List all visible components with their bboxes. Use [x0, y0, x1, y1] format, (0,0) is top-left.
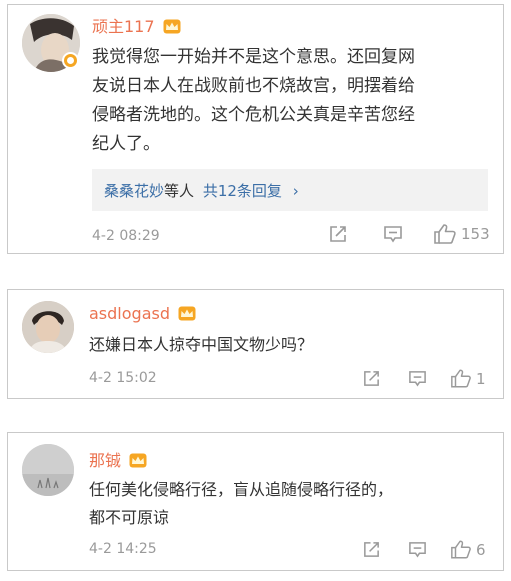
- like-icon: [434, 224, 456, 244]
- reply-suffix: 等人: [164, 182, 195, 200]
- comment-text-line: 还嫌日本人掠夺中国文物少吗？: [89, 335, 314, 354]
- comment-text-line: 我觉得您一开始并不是这个意思。还回复网: [92, 47, 415, 67]
- crown-badge-icon: [178, 306, 196, 321]
- like-count: 6: [476, 540, 486, 559]
- comment-text-line: 纪人了。: [92, 134, 160, 154]
- share-button[interactable]: [362, 369, 381, 388]
- share-icon: [364, 542, 379, 557]
- comment-card: 顽主117 我觉得您一开始并不是这个意思。还回复网 友说日本人在战败前也不烧故宫…: [7, 4, 504, 254]
- reply-names[interactable]: 桑桑花妙: [104, 182, 164, 200]
- comment-button[interactable]: [408, 540, 427, 559]
- comment-button[interactable]: [408, 369, 427, 388]
- like-count: 1: [476, 369, 486, 388]
- timestamp: 4-2 08:29: [92, 228, 160, 244]
- avatar[interactable]: [22, 444, 74, 496]
- timestamp: 4-2 15:02: [89, 370, 157, 386]
- username[interactable]: 顽主117: [92, 13, 181, 37]
- share-button[interactable]: [362, 540, 381, 559]
- comment-icon: [384, 226, 402, 243]
- share-icon: [330, 226, 346, 242]
- comment-icon: [409, 542, 426, 558]
- comment-button[interactable]: [383, 224, 403, 244]
- comment-icon: [409, 371, 426, 387]
- avatar-image: [22, 444, 74, 496]
- like-count: 153: [461, 225, 490, 243]
- share-icon: [364, 371, 379, 386]
- avatar-image: [22, 301, 74, 353]
- share-button[interactable]: [328, 224, 348, 244]
- comment-card: 那铖 任何美化侵略行径，盲从追随侵略行径的， 都不可原谅 4-2 14:25 6: [7, 432, 504, 571]
- like-button[interactable]: 153: [433, 223, 490, 245]
- like-icon: [451, 369, 471, 388]
- replies-summary[interactable]: 桑桑花妙等人 共12条回复 ›: [92, 169, 488, 211]
- comment-card: asdlogasd 还嫌日本人掠夺中国文物少吗？ 4-2 15:02 1: [7, 289, 504, 399]
- chevron-right-icon: ›: [292, 182, 299, 200]
- timestamp: 4-2 14:25: [89, 541, 157, 557]
- crown-badge-icon: [129, 453, 147, 468]
- reply-count-link[interactable]: 共12条回复: [203, 182, 282, 200]
- comment-text-line: 都不可原谅: [89, 508, 170, 527]
- like-button[interactable]: 1: [450, 368, 486, 389]
- comment-text-line: 侵略者洗地的。这个危机公关真是辛苦您经: [92, 105, 415, 125]
- avatar[interactable]: [22, 301, 74, 353]
- username[interactable]: asdlogasd: [89, 304, 196, 323]
- verified-badge-icon: [62, 52, 79, 69]
- crown-badge-icon: [163, 19, 181, 34]
- like-icon: [451, 540, 471, 559]
- username[interactable]: 那铖: [89, 447, 147, 471]
- like-button[interactable]: 6: [450, 539, 486, 560]
- comment-text-line: 任何美化侵略行径，盲从追随侵略行径的，: [89, 480, 394, 499]
- comment-text-line: 友说日本人在战败前也不烧故宫，明摆着给: [92, 76, 415, 96]
